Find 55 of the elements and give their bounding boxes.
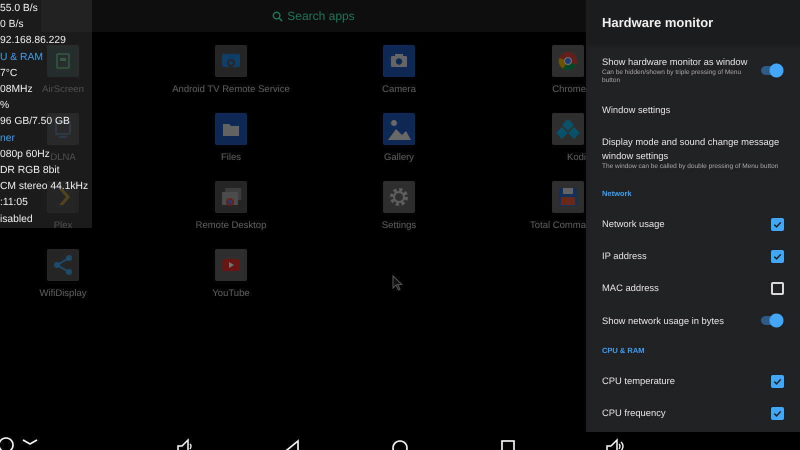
stat-value: CM stereo 44.1kHz: [0, 180, 88, 194]
setting-title: Network usage: [602, 217, 666, 231]
stat-value: 0 B/s: [0, 18, 24, 32]
stat-value: 55.0 B/s: [0, 2, 38, 16]
app-label[interactable]: Chrome: [552, 83, 586, 98]
toggle-switch[interactable]: [760, 313, 784, 328]
stat-value: 08MHz: [0, 83, 33, 98]
app-label[interactable]: YouTube: [212, 287, 250, 302]
setting-title: IP address: [602, 249, 648, 263]
setting-row[interactable]: CPU frequency: [586, 397, 800, 429]
app-label[interactable]: Kodi: [566, 151, 586, 166]
setting-row[interactable]: Show network usage in bytes: [586, 304, 800, 337]
app-label[interactable]: Files: [220, 151, 242, 166]
folder-icon[interactable]: [215, 113, 247, 145]
app-label[interactable]: Total Comma: [530, 219, 586, 234]
setting-row[interactable]: Network usage: [586, 208, 800, 240]
stat-value: :11:05: [0, 196, 28, 210]
section-heading: U & RAM: [0, 50, 43, 65]
app-label[interactable]: Remote Desktop: [196, 219, 266, 234]
stat-value: 96 GB/7.50 GB: [0, 115, 70, 130]
setting-title: Show network usage in bytes: [602, 314, 725, 328]
app-label[interactable]: Gallery: [384, 151, 414, 166]
setting-row[interactable]: CPU temperature: [586, 365, 800, 397]
setting-title: Display mode and sound change message window settings: [602, 135, 780, 163]
image-icon[interactable]: [383, 113, 415, 145]
camera-icon[interactable]: [383, 45, 415, 77]
stat-value: 080p 60Hz: [0, 148, 50, 162]
app-label[interactable]: Android TV Remote Service: [172, 83, 290, 98]
app-label[interactable]: WifiDisplay: [40, 287, 86, 302]
toggle-switch[interactable]: [760, 62, 784, 78]
checkbox[interactable]: [771, 250, 784, 262]
setting-title: CPU frequency: [602, 406, 667, 420]
app-label[interactable]: Settings: [382, 219, 416, 234]
setting-title: Show hardware monitor as window: [602, 55, 748, 69]
stat-value: %: [0, 99, 10, 114]
stat-value: 92.168.86.229: [0, 34, 66, 48]
checkbox[interactable]: [771, 218, 784, 230]
setting-row[interactable]: MAC address: [586, 272, 800, 304]
checkbox[interactable]: [771, 406, 784, 420]
panel-title: Hardware monitor: [602, 14, 714, 32]
setting-title: Window settings: [602, 103, 672, 117]
section-heading: ner: [0, 132, 15, 146]
setting-title: MAC address: [602, 281, 660, 295]
search-icon: [272, 10, 284, 22]
stat-value: DR RGB 8bit: [0, 164, 60, 178]
setting-row[interactable]: IP address: [586, 240, 800, 272]
stat-value: 7°C: [0, 66, 18, 81]
stat-value: isabled: [0, 212, 33, 227]
mouse-pointer-icon: [392, 275, 403, 291]
setting-title: CPU temperature: [602, 374, 676, 388]
checkbox[interactable]: [771, 282, 784, 294]
checkbox[interactable]: [771, 374, 784, 388]
setting-row[interactable]: Window settings: [586, 94, 800, 126]
search-field[interactable]: Search apps: [41, 0, 586, 32]
app-label[interactable]: Camera: [382, 83, 416, 98]
